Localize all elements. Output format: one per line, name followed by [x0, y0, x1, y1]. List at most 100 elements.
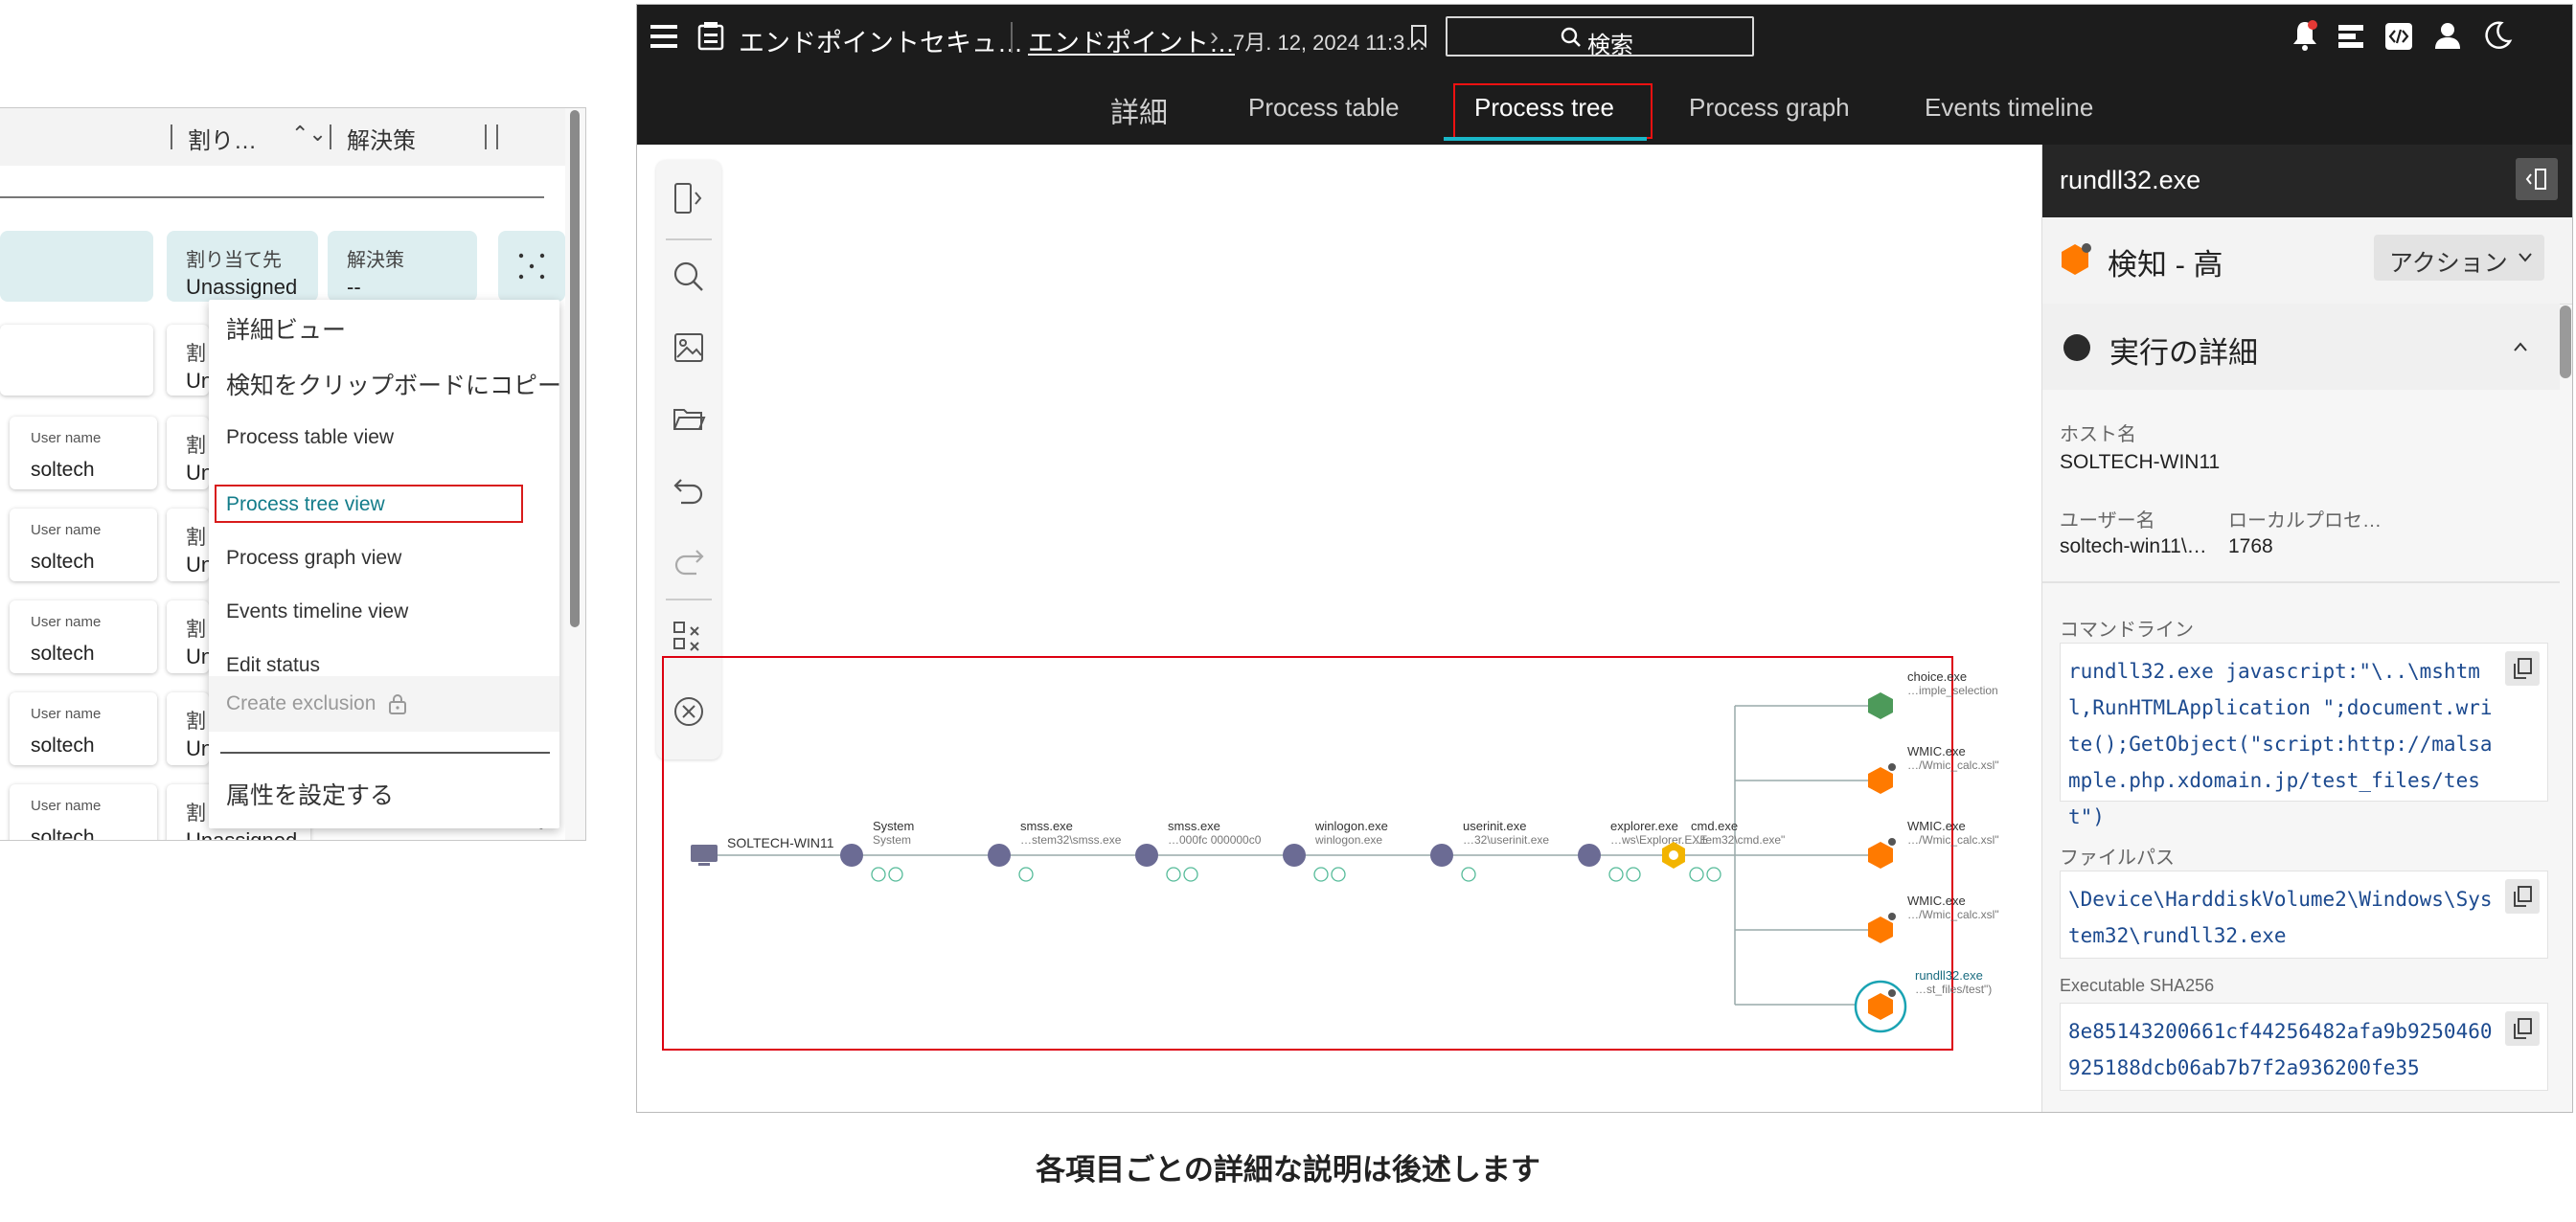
tab-details[interactable]: 詳細 — [1110, 89, 1168, 131]
command-line-box[interactable]: rundll32.exe javascript:"\..\mshtml,RunH… — [2060, 643, 2548, 828]
process-node[interactable] — [1578, 844, 1601, 867]
process-node-path: …000fc 000000c0 — [1168, 833, 1262, 847]
tab-process-graph[interactable]: Process graph — [1689, 93, 1850, 123]
column-header-resolution[interactable]: 解決策 — [347, 122, 416, 155]
table-row[interactable] — [0, 325, 153, 396]
sha256-value: 8e85143200661cf44256482afa9b925046092518… — [2068, 1020, 2493, 1079]
actions-chip[interactable] — [498, 231, 565, 302]
tab-process-table[interactable]: Process table — [1248, 93, 1400, 123]
child-node-name: WMIC.exe — [1907, 819, 1966, 833]
sha256-box[interactable]: 8e85143200661cf44256482afa9b925046092518… — [2060, 1003, 2548, 1091]
code-icon[interactable] — [2384, 22, 2413, 51]
command-line-label: コマンドライン — [2060, 620, 2194, 641]
process-node-name: smss.exe — [1168, 819, 1220, 833]
row-assignee-label: 割 — [186, 527, 206, 549]
node-badge-icons — [1313, 867, 1346, 882]
chevron-up-icon[interactable] — [2512, 340, 2529, 353]
menu-item-edit-status[interactable]: Edit status — [226, 654, 320, 677]
process-node-name: smss.exe — [1020, 819, 1073, 833]
hamburger-menu-icon[interactable] — [649, 22, 679, 51]
lock-icon — [389, 694, 406, 714]
action-dropdown-button[interactable]: アクション — [2374, 235, 2544, 281]
process-node[interactable] — [840, 844, 863, 867]
process-tree-graph: SOLTECH-WIN11 System System smss.exe …st… — [691, 669, 1999, 1033]
assignee-chip-value: Unassigned — [186, 275, 298, 299]
command-line-value: rundll32.exe javascript:"\..\mshtml,RunH… — [2068, 660, 2493, 828]
copy-icon — [2514, 886, 2532, 907]
table-row[interactable]: User name soltech — [10, 692, 157, 765]
host-node-icon[interactable] — [691, 845, 718, 866]
breadcrumb-link[interactable]: エンドポイント… — [1028, 22, 1235, 59]
user-name-label: User name — [31, 430, 102, 446]
process-node[interactable] — [988, 844, 1011, 867]
top-bar: エンドポイントセキュ… エンドポイント… › 7月. 12, 2024 11:3… — [637, 5, 2572, 145]
notification-bell-icon[interactable] — [2291, 18, 2319, 53]
scrollbar-thumb[interactable] — [570, 110, 580, 627]
assignee-chip[interactable]: 割り当て先 Unassigned — [167, 231, 318, 302]
child-process-node-wmic[interactable] — [1868, 913, 1896, 943]
resolution-chip[interactable]: 解決策 -- — [328, 231, 477, 302]
menu-item-detail-view[interactable]: 詳細ビュー — [226, 311, 346, 346]
apps-switcher-icon[interactable] — [2337, 22, 2365, 51]
bookmark-icon[interactable] — [1409, 24, 1428, 49]
child-node-path: …/Wmic_calc.xsl" — [1907, 908, 1999, 921]
scrollbar-thumb[interactable] — [2560, 306, 2571, 378]
tab-events-timeline[interactable]: Events timeline — [1925, 93, 2093, 123]
child-process-node-rundll32-selected[interactable] — [1854, 980, 1907, 1033]
user-name-label: User name — [31, 522, 102, 538]
menu-item-set-attributes[interactable]: 属性を設定する — [226, 777, 394, 811]
child-process-node-wmic[interactable] — [1868, 838, 1896, 869]
dark-mode-moon-icon[interactable] — [2482, 20, 2513, 51]
active-tab-underline — [1444, 137, 1647, 141]
process-tree-canvas[interactable]: SOLTECH-WIN11 System System smss.exe …st… — [637, 145, 2041, 1112]
table-row[interactable]: User name soltech — [10, 509, 157, 581]
copy-button[interactable] — [2505, 879, 2540, 914]
process-node[interactable] — [1430, 844, 1453, 867]
menu-item-process-tree-view[interactable]: Process tree view — [226, 493, 385, 516]
resolution-chip-value: -- — [347, 275, 361, 299]
copy-button[interactable] — [2505, 651, 2540, 686]
side-panel-title: rundll32.exe — [2060, 166, 2201, 194]
child-node-name: rundll32.exe — [1915, 968, 1983, 983]
node-badge-icons — [1166, 867, 1198, 882]
left-screenshot-panel: 割り… ⌃⌄ 解決策 割り当て先 Unassigned 解決策 -- 割 Un … — [0, 107, 586, 841]
table-row[interactable]: User name soltech — [10, 600, 157, 673]
divider — [1011, 22, 1013, 53]
child-process-node-wmic[interactable] — [1868, 763, 1896, 794]
sort-chevron-icon[interactable]: ⌃⌄ — [291, 122, 327, 147]
execution-details-section-header[interactable]: 実行の詳細 — [2042, 304, 2560, 390]
menu-item-copy-to-clipboard[interactable]: 検知をクリップボードにコピー — [226, 367, 561, 401]
copy-button[interactable] — [2505, 1011, 2540, 1046]
user-name-value: soltech — [31, 735, 95, 757]
process-node-name: winlogon.exe — [1314, 819, 1388, 833]
user-name-label: User name — [31, 706, 102, 722]
file-path-label: ファイルパス — [2060, 848, 2175, 869]
child-node-name: WMIC.exe — [1907, 744, 1966, 758]
search-button[interactable]: 検索 — [1446, 16, 1754, 58]
row-assignee-value: Un — [186, 461, 209, 485]
column-header-assignee[interactable]: 割り… — [188, 122, 257, 155]
process-node[interactable] — [1283, 844, 1306, 867]
tab-process-tree[interactable]: Process tree — [1474, 93, 1614, 123]
local-process-id-label: ローカルプロセ… — [2228, 510, 2382, 532]
row-assignee-value: Un — [186, 736, 209, 760]
process-node[interactable] — [1135, 844, 1158, 867]
row-assignee-label: 割 — [186, 803, 206, 825]
table-row[interactable]: User name soltech — [10, 417, 157, 489]
menu-item-process-graph-view[interactable]: Process graph view — [226, 547, 401, 570]
host-label: ホスト名 — [2060, 424, 2136, 445]
user-icon[interactable] — [2432, 20, 2463, 51]
file-path-box[interactable]: \Device\HarddiskVolume2\Windows\System32… — [2060, 871, 2548, 959]
child-process-node-choice[interactable] — [1868, 692, 1893, 719]
process-node-name: System — [873, 819, 914, 833]
node-badge-icons — [1461, 867, 1476, 882]
table-row[interactable]: User name soltech — [10, 784, 157, 841]
user-name-value: soltech — [31, 826, 95, 841]
app-title[interactable]: エンドポイントセキュ… — [739, 22, 1023, 59]
collapse-panel-button[interactable] — [2516, 158, 2558, 200]
menu-item-process-table-view[interactable]: Process table view — [226, 426, 394, 449]
process-node-path: …32\userinit.exe — [1463, 833, 1549, 847]
child-node-name: choice.exe — [1907, 669, 1967, 684]
menu-item-events-timeline-view[interactable]: Events timeline view — [226, 600, 408, 623]
copy-icon — [2514, 1018, 2532, 1039]
